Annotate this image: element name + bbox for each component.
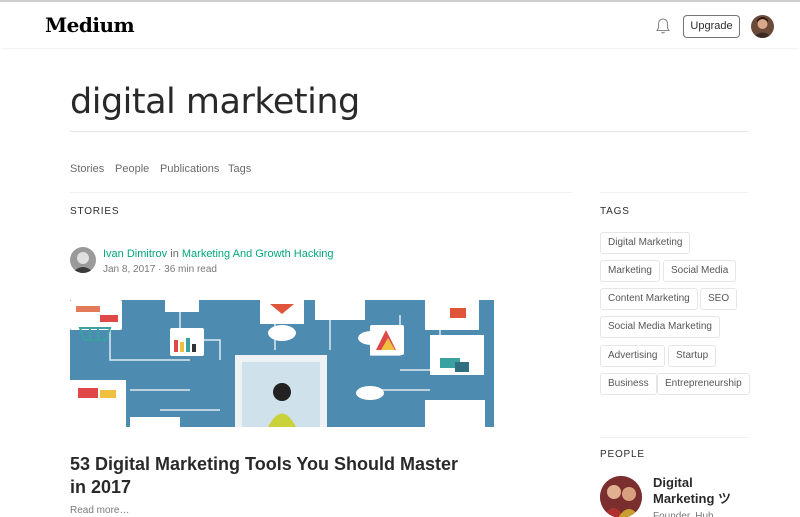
tag-advertising[interactable]: Advertising [600, 345, 666, 367]
tag-marketing[interactable]: Marketing [600, 260, 660, 282]
story-date: Jan 8, 2017 [103, 264, 156, 275]
tab-publications[interactable]: Publications [160, 163, 219, 175]
search-input[interactable]: digital marketing [70, 82, 748, 132]
medium-logo[interactable]: Medium [45, 13, 135, 37]
divider [600, 437, 748, 438]
tags-section-label: TAGS [600, 206, 630, 217]
tab-people[interactable]: People [115, 163, 149, 175]
story-byline: Ivan Dimitrov in Marketing And Growth Ha… [103, 248, 334, 260]
divider [70, 192, 572, 193]
tag-business[interactable]: Business [600, 373, 657, 395]
user-avatar[interactable] [751, 15, 774, 38]
person-name[interactable]: Digital Marketing ツ [653, 475, 748, 507]
tab-tags[interactable]: Tags [228, 163, 251, 175]
publication-link[interactable]: Marketing And Growth Hacking [182, 248, 334, 260]
tag-social-media[interactable]: Social Media [663, 260, 737, 282]
tab-stories[interactable]: Stories [70, 163, 104, 175]
top-navigation-bar: Medium Upgrade [0, 0, 800, 48]
stories-section-label: STORIES [70, 206, 120, 217]
tag-entrepreneurship[interactable]: Entrepreneurship [657, 373, 750, 395]
tag-content-marketing[interactable]: Content Marketing [600, 288, 698, 310]
story-read-time: 36 min read [164, 264, 217, 275]
upgrade-button[interactable]: Upgrade [683, 15, 740, 38]
person-description: Founder, Hub [653, 511, 714, 517]
byline-connector: in [170, 248, 179, 260]
tag-social-media-marketing[interactable]: Social Media Marketing [600, 316, 720, 338]
divider [600, 192, 748, 193]
read-more-link[interactable]: Read more… [70, 505, 129, 516]
author-avatar[interactable] [70, 247, 96, 273]
tag-seo[interactable]: SEO [700, 288, 738, 310]
bell-icon[interactable] [655, 17, 671, 35]
story-hero-image[interactable] [70, 300, 494, 427]
person-avatar[interactable] [600, 476, 642, 517]
tag-digital-marketing[interactable]: Digital Marketing [600, 232, 691, 254]
author-link[interactable]: Ivan Dimitrov [103, 248, 167, 260]
people-section-label: PEOPLE [600, 449, 645, 460]
tag-startup[interactable]: Startup [668, 345, 717, 367]
story-title[interactable]: 53 Digital Marketing Tools You Should Ma… [70, 453, 470, 499]
story-meta: Jan 8, 2017 · 36 min read [103, 264, 217, 275]
